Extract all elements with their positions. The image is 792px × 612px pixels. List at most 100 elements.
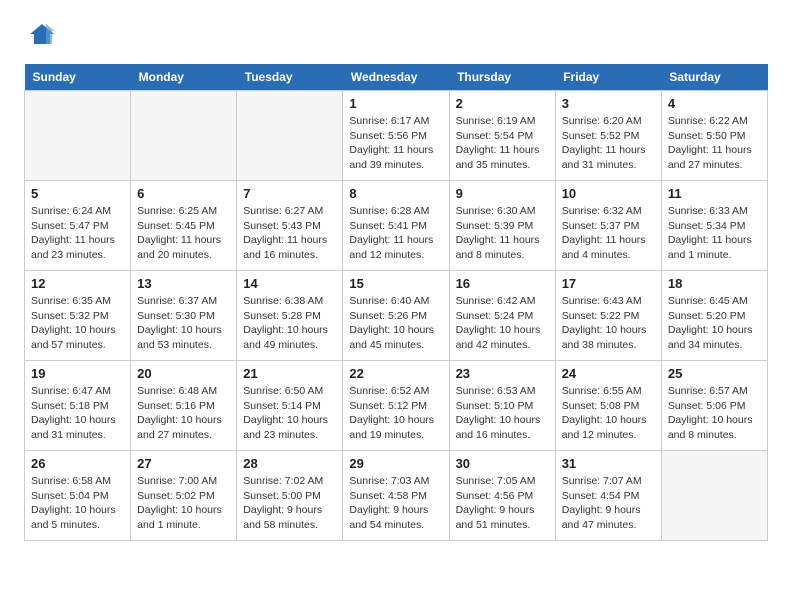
calendar-cell: 17 Sunrise: 6:43 AM Sunset: 5:22 PM Dayli… [555,271,661,361]
cell-day-number: 24 [562,366,655,381]
cell-day-info: Sunrise: 7:02 AM Sunset: 5:00 PM Dayligh… [243,474,336,533]
cell-day-number: 14 [243,276,336,291]
cell-day-number: 5 [31,186,124,201]
cell-day-info: Sunrise: 6:38 AM Sunset: 5:28 PM Dayligh… [243,294,336,353]
cell-day-info: Sunrise: 6:50 AM Sunset: 5:14 PM Dayligh… [243,384,336,443]
cell-day-info: Sunrise: 6:57 AM Sunset: 5:06 PM Dayligh… [668,384,761,443]
cell-day-info: Sunrise: 6:55 AM Sunset: 5:08 PM Dayligh… [562,384,655,443]
calendar-week-row: 12 Sunrise: 6:35 AM Sunset: 5:32 PM Dayli… [25,271,768,361]
cell-day-number: 27 [137,456,230,471]
calendar-cell: 20 Sunrise: 6:48 AM Sunset: 5:16 PM Dayli… [131,361,237,451]
cell-day-info: Sunrise: 6:22 AM Sunset: 5:50 PM Dayligh… [668,114,761,173]
cell-day-info: Sunrise: 6:47 AM Sunset: 5:18 PM Dayligh… [31,384,124,443]
calendar-cell: 2 Sunrise: 6:19 AM Sunset: 5:54 PM Daylig… [449,91,555,181]
cell-day-number: 17 [562,276,655,291]
cell-day-info: Sunrise: 6:45 AM Sunset: 5:20 PM Dayligh… [668,294,761,353]
cell-day-info: Sunrise: 6:43 AM Sunset: 5:22 PM Dayligh… [562,294,655,353]
calendar-cell: 4 Sunrise: 6:22 AM Sunset: 5:50 PM Daylig… [661,91,767,181]
calendar-cell: 11 Sunrise: 6:33 AM Sunset: 5:34 PM Dayli… [661,181,767,271]
cell-day-number: 29 [349,456,442,471]
calendar-cell: 9 Sunrise: 6:30 AM Sunset: 5:39 PM Daylig… [449,181,555,271]
calendar-week-row: 1 Sunrise: 6:17 AM Sunset: 5:56 PM Daylig… [25,91,768,181]
calendar-cell: 6 Sunrise: 6:25 AM Sunset: 5:45 PM Daylig… [131,181,237,271]
calendar-cell: 29 Sunrise: 7:03 AM Sunset: 4:58 PM Dayli… [343,451,449,541]
calendar-cell: 25 Sunrise: 6:57 AM Sunset: 5:06 PM Dayli… [661,361,767,451]
weekday-header-wednesday: Wednesday [343,64,449,91]
cell-day-number: 8 [349,186,442,201]
calendar-cell: 21Sunrise: 6:50 AM Sunset: 5:14 PM Dayli… [237,361,343,451]
cell-day-info: Sunrise: 6:33 AM Sunset: 5:34 PM Dayligh… [668,204,761,263]
weekday-header-sunday: Sunday [25,64,131,91]
cell-day-info: Sunrise: 6:35 AM Sunset: 5:32 PM Dayligh… [31,294,124,353]
cell-day-info: Sunrise: 6:58 AM Sunset: 5:04 PM Dayligh… [31,474,124,533]
calendar-cell: 15 Sunrise: 6:40 AM Sunset: 5:26 PM Dayli… [343,271,449,361]
cell-day-number: 31 [562,456,655,471]
cell-day-number: 9 [456,186,549,201]
calendar-cell: 3 Sunrise: 6:20 AM Sunset: 5:52 PM Daylig… [555,91,661,181]
calendar-cell [25,91,131,181]
cell-day-info: Sunrise: 6:48 AM Sunset: 5:16 PM Dayligh… [137,384,230,443]
cell-day-number: 15 [349,276,442,291]
cell-day-info: Sunrise: 6:28 AM Sunset: 5:41 PM Dayligh… [349,204,442,263]
cell-day-info: Sunrise: 6:52 AM Sunset: 5:12 PM Dayligh… [349,384,442,443]
calendar-cell: 28 Sunrise: 7:02 AM Sunset: 5:00 PM Dayli… [237,451,343,541]
cell-day-number: 12 [31,276,124,291]
cell-day-number: 6 [137,186,230,201]
calendar-cell: 30 Sunrise: 7:05 AM Sunset: 4:56 PM Dayli… [449,451,555,541]
calendar-cell: 26 Sunrise: 6:58 AM Sunset: 5:04 PM Dayli… [25,451,131,541]
cell-day-info: Sunrise: 6:20 AM Sunset: 5:52 PM Dayligh… [562,114,655,173]
cell-day-number: 2 [456,96,549,111]
calendar-cell [131,91,237,181]
calendar-week-row: 26 Sunrise: 6:58 AM Sunset: 5:04 PM Dayli… [25,451,768,541]
cell-day-info: Sunrise: 6:30 AM Sunset: 5:39 PM Dayligh… [456,204,549,263]
cell-day-number: 30 [456,456,549,471]
calendar-cell: 23Sunrise: 6:53 AM Sunset: 5:10 PM Dayli… [449,361,555,451]
cell-day-number: 1 [349,96,442,111]
cell-day-number: 19 [31,366,124,381]
cell-day-number: 22 [349,366,442,381]
weekday-header-friday: Friday [555,64,661,91]
calendar-week-row: 5 Sunrise: 6:24 AM Sunset: 5:47 PM Daylig… [25,181,768,271]
cell-day-info: Sunrise: 7:03 AM Sunset: 4:58 PM Dayligh… [349,474,442,533]
cell-day-info: Sunrise: 6:32 AM Sunset: 5:37 PM Dayligh… [562,204,655,263]
page-header [24,20,768,48]
calendar-cell: 8 Sunrise: 6:28 AM Sunset: 5:41 PM Daylig… [343,181,449,271]
page-container: SundayMondayTuesdayWednesdayThursdayFrid… [0,0,792,561]
calendar-cell: 27 Sunrise: 7:00 AM Sunset: 5:02 PM Dayli… [131,451,237,541]
cell-day-number: 16 [456,276,549,291]
cell-day-number: 11 [668,186,761,201]
calendar-cell [237,91,343,181]
cell-day-number: 4 [668,96,761,111]
cell-day-number: 20 [137,366,230,381]
weekday-header-monday: Monday [131,64,237,91]
calendar-cell: 10Sunrise: 6:32 AM Sunset: 5:37 PM Dayli… [555,181,661,271]
calendar-cell: 13Sunrise: 6:37 AM Sunset: 5:30 PM Dayli… [131,271,237,361]
calendar-table: SundayMondayTuesdayWednesdayThursdayFrid… [24,64,768,541]
cell-day-info: Sunrise: 7:05 AM Sunset: 4:56 PM Dayligh… [456,474,549,533]
calendar-cell: 14 Sunrise: 6:38 AM Sunset: 5:28 PM Dayli… [237,271,343,361]
calendar-week-row: 19 Sunrise: 6:47 AM Sunset: 5:18 PM Dayli… [25,361,768,451]
cell-day-number: 25 [668,366,761,381]
cell-day-number: 26 [31,456,124,471]
weekday-header-row: SundayMondayTuesdayWednesdayThursdayFrid… [25,64,768,91]
calendar-cell: 18 Sunrise: 6:45 AM Sunset: 5:20 PM Dayli… [661,271,767,361]
calendar-cell: 1 Sunrise: 6:17 AM Sunset: 5:56 PM Daylig… [343,91,449,181]
calendar-cell [661,451,767,541]
cell-day-number: 18 [668,276,761,291]
calendar-cell: 24 Sunrise: 6:55 AM Sunset: 5:08 PM Dayli… [555,361,661,451]
cell-day-info: Sunrise: 6:19 AM Sunset: 5:54 PM Dayligh… [456,114,549,173]
cell-day-info: Sunrise: 6:42 AM Sunset: 5:24 PM Dayligh… [456,294,549,353]
weekday-header-thursday: Thursday [449,64,555,91]
cell-day-info: Sunrise: 7:00 AM Sunset: 5:02 PM Dayligh… [137,474,230,533]
cell-day-info: Sunrise: 6:24 AM Sunset: 5:47 PM Dayligh… [31,204,124,263]
cell-day-number: 3 [562,96,655,111]
cell-day-info: Sunrise: 6:17 AM Sunset: 5:56 PM Dayligh… [349,114,442,173]
cell-day-number: 28 [243,456,336,471]
cell-day-info: Sunrise: 7:07 AM Sunset: 4:54 PM Dayligh… [562,474,655,533]
calendar-cell: 19 Sunrise: 6:47 AM Sunset: 5:18 PM Dayli… [25,361,131,451]
calendar-cell: 22 Sunrise: 6:52 AM Sunset: 5:12 PM Dayli… [343,361,449,451]
cell-day-info: Sunrise: 6:40 AM Sunset: 5:26 PM Dayligh… [349,294,442,353]
cell-day-info: Sunrise: 6:27 AM Sunset: 5:43 PM Dayligh… [243,204,336,263]
cell-day-info: Sunrise: 6:37 AM Sunset: 5:30 PM Dayligh… [137,294,230,353]
cell-day-info: Sunrise: 6:25 AM Sunset: 5:45 PM Dayligh… [137,204,230,263]
